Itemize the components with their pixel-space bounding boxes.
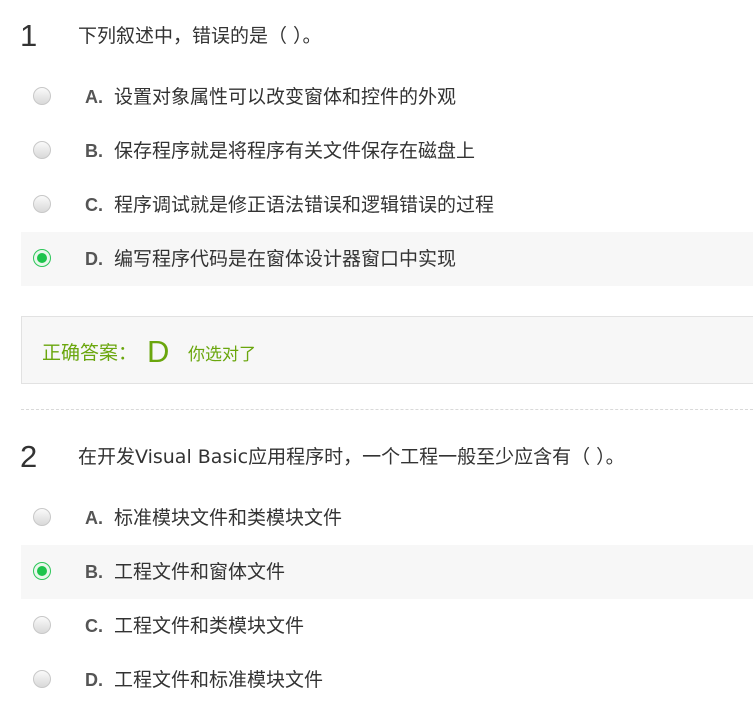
radio-button[interactable] [33,508,51,526]
q2-option-a[interactable]: A. 标准模块文件和类模块文件 [21,491,753,545]
radio-button[interactable] [33,670,51,688]
option-text: 标准模块文件和类模块文件 [114,507,343,529]
q1-option-b[interactable]: B. 保存程序就是将程序有关文件保存在磁盘上 [21,124,753,178]
option-text: 保存程序就是将程序有关文件保存在磁盘上 [114,140,476,162]
answer-label: 正确答案： [42,342,138,364]
option-letter: A. [85,87,103,107]
q2-option-c[interactable]: C. 工程文件和类模块文件 [21,599,753,653]
option-text: 工程文件和标准模块文件 [114,669,324,691]
option-letter: D. [85,670,103,690]
option-text: 工程文件和窗体文件 [114,561,286,583]
option-letter: D. [85,249,103,269]
q2-option-b[interactable]: B. 工程文件和窗体文件 [21,545,753,599]
q1-option-a[interactable]: A. 设置对象属性可以改变窗体和控件的外观 [21,70,753,124]
option-letter: C. [85,195,103,215]
option-letter: C. [85,616,103,636]
q1-option-d[interactable]: D. 编写程序代码是在窗体设计器窗口中实现 [21,232,753,286]
radio-button-checked[interactable] [33,562,51,580]
radio-button[interactable] [33,141,51,159]
option-text: 设置对象属性可以改变窗体和控件的外观 [114,86,457,108]
radio-button-checked[interactable] [33,249,51,267]
option-text: 工程文件和类模块文件 [114,615,305,637]
q1-option-c[interactable]: C. 程序调试就是修正语法错误和逻辑错误的过程 [21,178,753,232]
question-header: 2 在开发Visual Basic应用程序时，一个工程一般至少应含有（ ）。 [0,437,753,477]
question-text: 下列叙述中，错误的是（ ）。 [78,25,322,47]
question-number: 1 [20,18,38,53]
answer-letter: D [147,334,170,369]
radio-button[interactable] [33,195,51,213]
answer-note: 你选对了 [188,345,256,365]
option-letter: B. [85,562,103,582]
option-letter: A. [85,508,103,528]
question-number: 2 [20,439,38,474]
option-letter: B. [85,141,103,161]
quiz-page: 1 下列叙述中，错误的是（ ）。 A. 设置对象属性可以改变窗体和控件的外观 B… [0,0,753,708]
radio-button[interactable] [33,616,51,634]
question-header: 1 下列叙述中，错误的是（ ）。 [0,16,753,56]
question-text: 在开发Visual Basic应用程序时，一个工程一般至少应含有（ ）。 [78,446,625,468]
option-text: 程序调试就是修正语法错误和逻辑错误的过程 [114,194,495,216]
answer-feedback: 正确答案： D 你选对了 [21,316,753,384]
question-divider [21,409,753,410]
option-text: 编写程序代码是在窗体设计器窗口中实现 [114,248,457,270]
radio-button[interactable] [33,87,51,105]
q2-option-d[interactable]: D. 工程文件和标准模块文件 [21,653,753,707]
